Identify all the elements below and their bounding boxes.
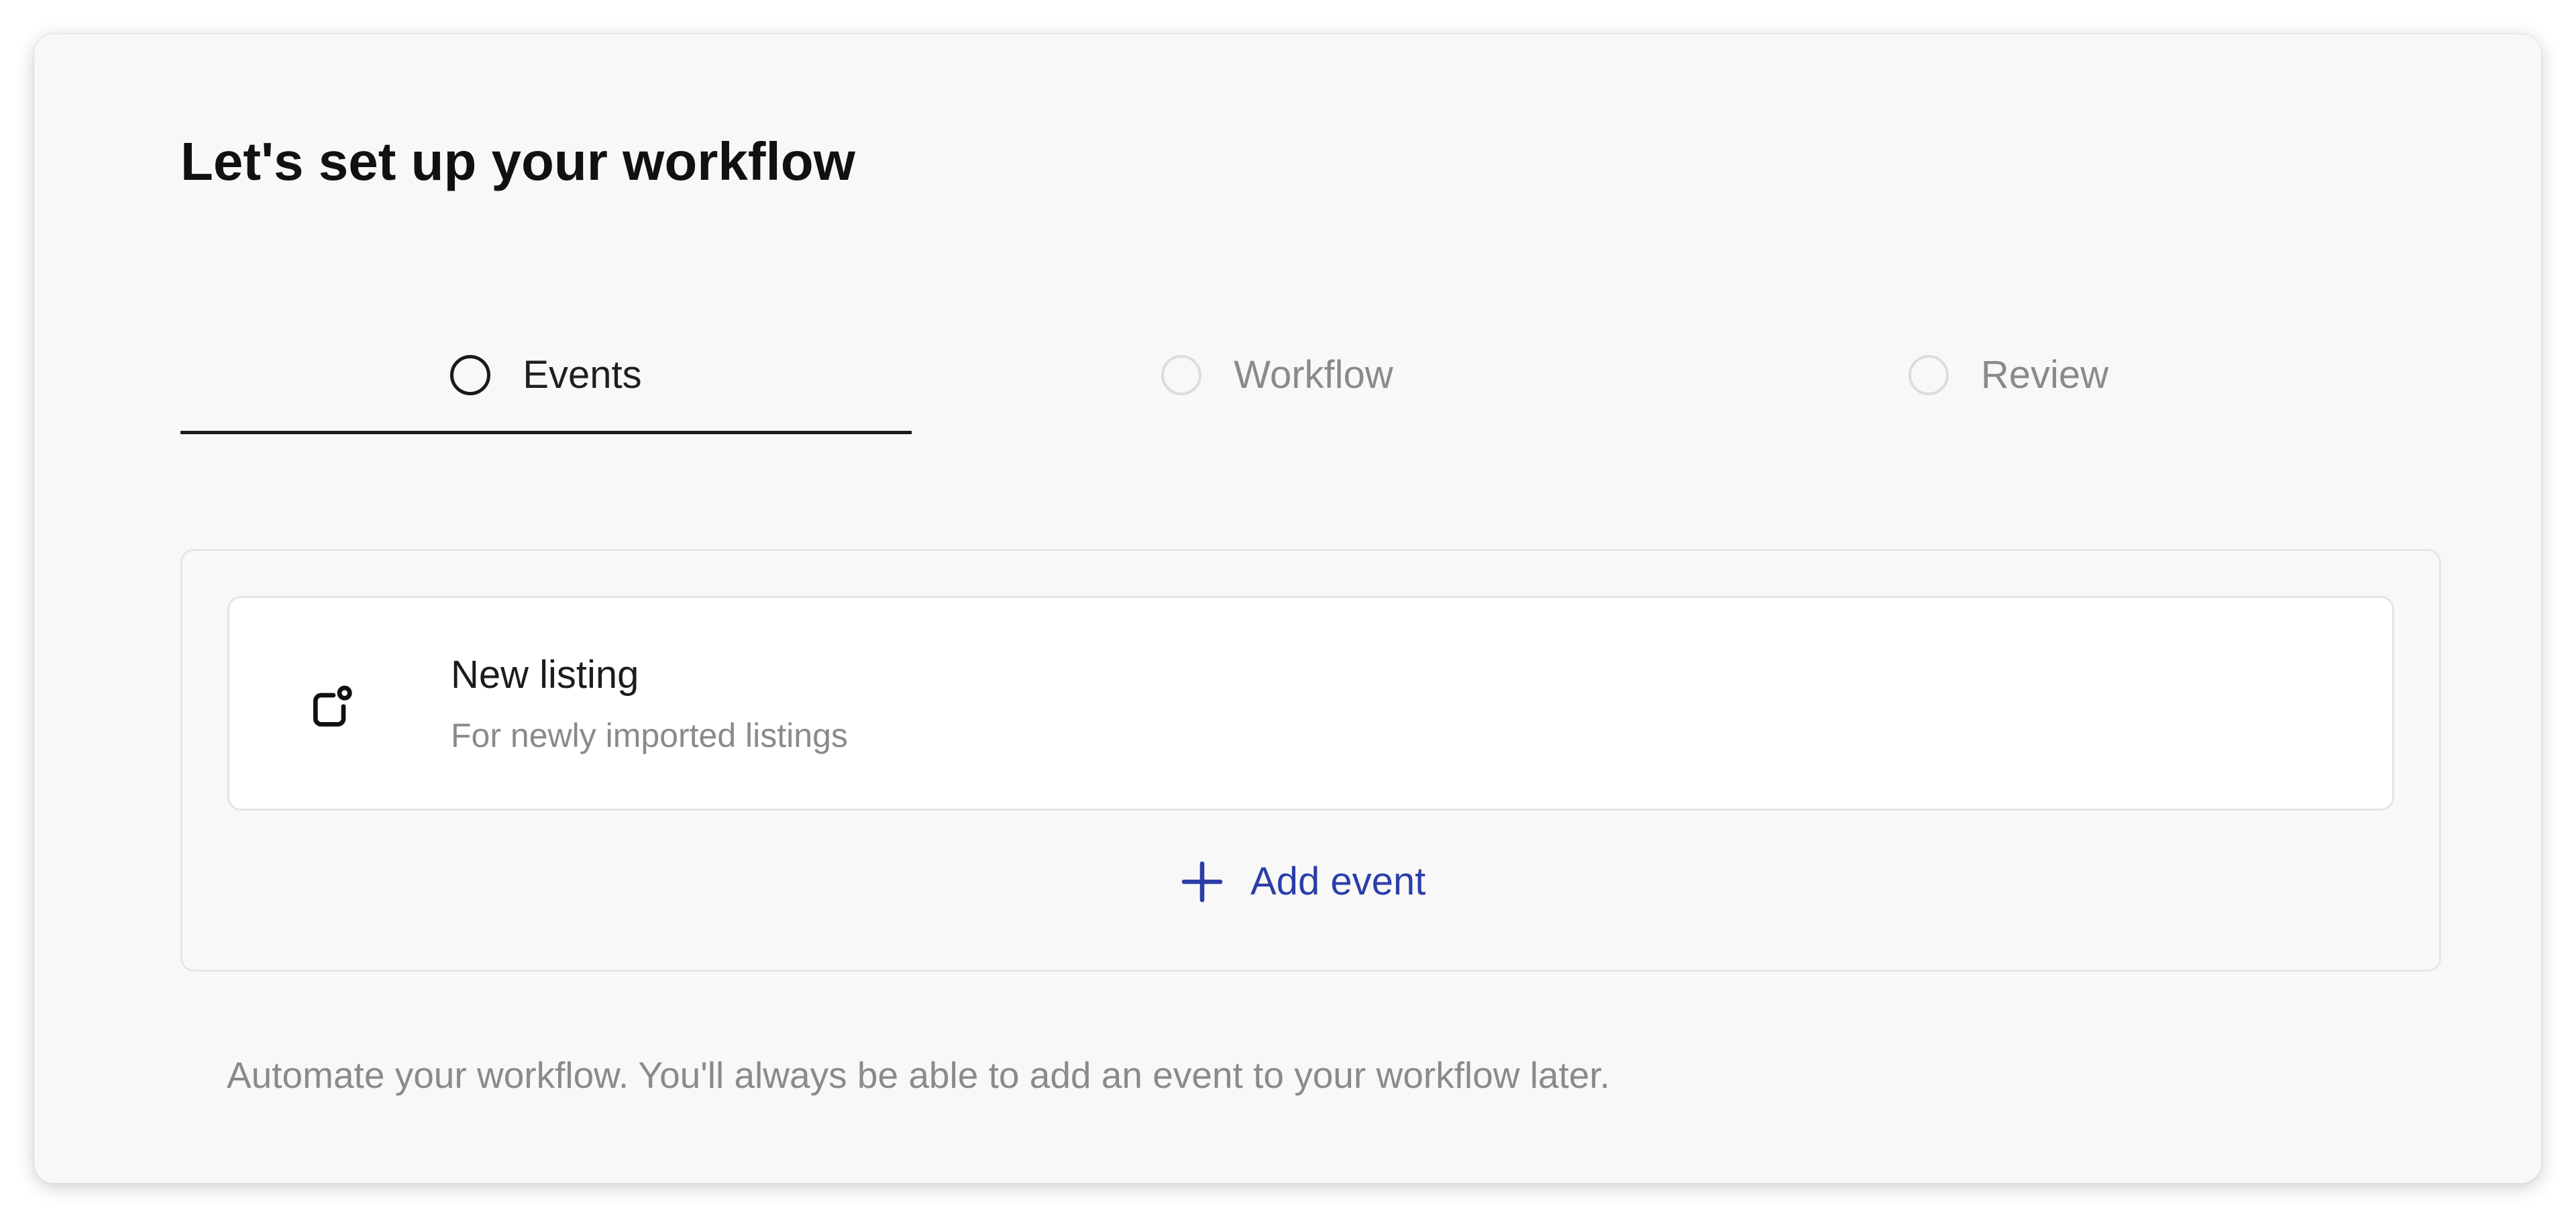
footer-note: Automate your workflow. You'll always be… [227, 1054, 1610, 1096]
step-workflow-label: Workflow [1234, 353, 1393, 397]
step-review-label: Review [1980, 353, 2109, 397]
page-title: Let's set up your workflow [180, 132, 855, 191]
step-events-circle-icon [450, 355, 491, 395]
add-event-button[interactable]: Add event [1178, 848, 1426, 915]
workflow-setup-card: Let's set up your workflow Events Workfl… [34, 34, 2541, 1183]
step-events-label: Events [523, 353, 642, 397]
step-review-circle-icon [1908, 355, 1949, 395]
stepper: Events Workflow Review [180, 316, 2374, 434]
plus-icon [1181, 861, 1223, 903]
event-card-new-listing[interactable]: New listing For newly imported listings [227, 596, 2394, 811]
event-description: For newly imported listings [451, 717, 848, 754]
step-events[interactable]: Events [180, 316, 912, 434]
step-workflow-circle-icon [1161, 355, 1202, 395]
step-workflow[interactable]: Workflow [912, 316, 1643, 434]
event-title: New listing [451, 653, 639, 697]
events-panel: New listing For newly imported listings … [180, 549, 2441, 972]
new-listing-icon [313, 685, 352, 727]
active-step-underline [180, 431, 912, 434]
step-review[interactable]: Review [1643, 316, 2374, 434]
add-event-label: Add event [1250, 860, 1426, 903]
